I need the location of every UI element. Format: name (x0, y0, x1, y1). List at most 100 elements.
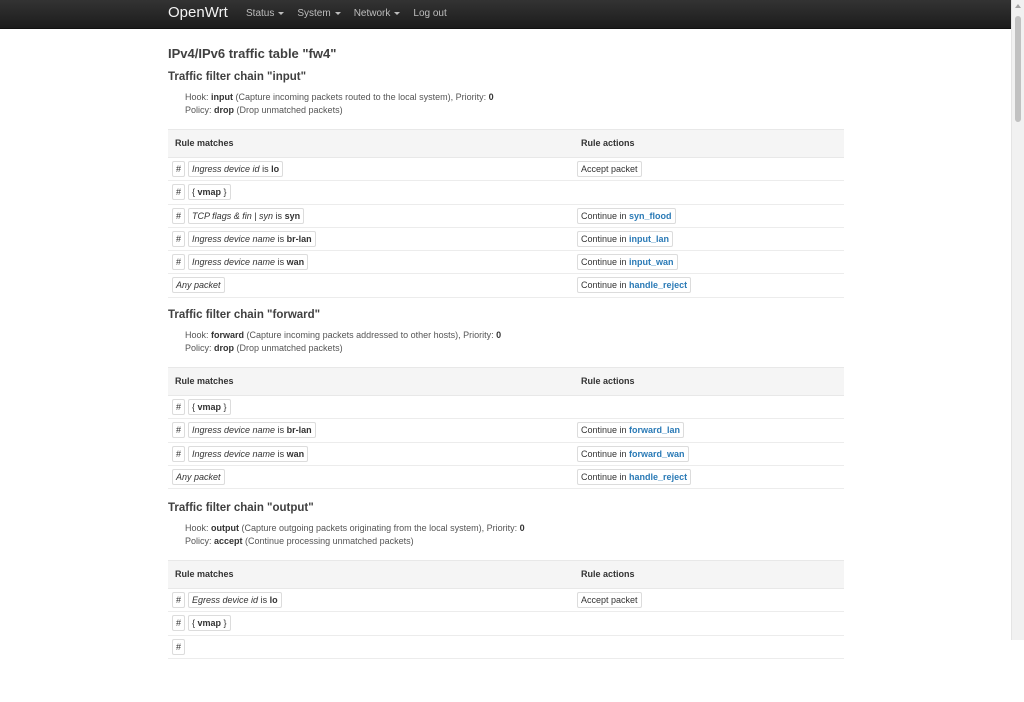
hash-marker: # (172, 184, 186, 201)
hook-desc: (Capture outgoing packets originating fr… (239, 523, 520, 533)
match-box: Ingress device name is br-lan (188, 422, 316, 439)
table-row: #{ vmap } (168, 396, 844, 420)
rule-match-cell: # Ingress device name is wan (172, 254, 309, 271)
brace-close: } (221, 618, 227, 629)
chain-link[interactable]: forward_lan (629, 425, 680, 435)
page-scrollbar[interactable] (1011, 0, 1024, 640)
rules-table: Rule matches Rule actions # Egress device i… (168, 560, 844, 659)
policy-desc: (Drop unmatched packets) (234, 342, 343, 353)
vmap-label: vmap (197, 402, 222, 412)
table-header: Rule matches Rule actions (168, 560, 844, 589)
menu-system[interactable]: System (297, 8, 341, 19)
chevron-down-icon (334, 11, 341, 15)
match-key: Ingress device name (192, 425, 276, 436)
hook-line: Hook: input (Capture incoming packets ro… (185, 91, 494, 104)
menu-status[interactable]: Status (246, 8, 285, 19)
is-label: is (259, 164, 272, 174)
match-value: syn (284, 210, 301, 221)
hash-marker: # (172, 399, 186, 415)
chain-meta: Hook: forward (Capture incoming packets … (185, 329, 501, 354)
action-box: Continue in syn_flood (577, 207, 676, 224)
rule-action-cell: Continue in forward_lan (577, 422, 685, 439)
chain-section: Traffic filter chain "output" Hook: outpu… (168, 502, 844, 702)
chain-link[interactable]: handle_reject (629, 280, 687, 290)
rule-action-cell: Accept packet (577, 161, 642, 177)
policy-line: Policy: drop (Drop unmatched packets) (185, 104, 494, 117)
scrollbar-thumb[interactable] (1015, 16, 1021, 122)
header-rule-actions: Rule actions (581, 376, 635, 386)
brace-close: } (221, 402, 227, 412)
chevron-down-icon (278, 11, 285, 15)
action-box: Continue in forward_lan (577, 422, 685, 439)
menu-logout[interactable]: Log out (413, 8, 446, 19)
table-row: # Ingress device name is br-lan Continue i… (168, 419, 844, 443)
rule-match-cell: # TCP flags & fin | syn is syn (172, 207, 305, 224)
hook-value: forward (211, 330, 245, 340)
match-box: Ingress device name is wan (188, 254, 309, 271)
hook-label: Hook: (185, 330, 212, 340)
hash-marker: # (172, 445, 186, 462)
chain-link[interactable]: input_lan (629, 234, 669, 244)
rule-match-cell: # Ingress device name is br-lan (172, 422, 316, 439)
match-key: Ingress device name (192, 233, 276, 244)
header-rule-actions: Rule actions (581, 569, 635, 579)
chain-meta: Hook: output (Capture outgoing packets o… (185, 522, 525, 547)
continue-label: Continue in (581, 471, 630, 482)
table-row: # Ingress device id is lo Accept packet (168, 158, 844, 182)
table-header: Rule matches Rule actions (168, 367, 844, 396)
is-label: is (275, 425, 287, 436)
main-menu: Status System Network Log out (246, 8, 460, 19)
rule-action-cell: Continue in handle_reject (577, 277, 692, 294)
table-row: Any packet Continue in handle_reject (168, 274, 844, 298)
rules-table: Rule matches Rule actions #{ vmap } # Ingres… (168, 367, 844, 490)
policy-label: Policy: (185, 104, 215, 115)
rule-match-cell: # (172, 638, 186, 655)
any-packet-box: Any packet (172, 468, 225, 485)
chain-link[interactable]: forward_wan (629, 449, 685, 459)
menu-network[interactable]: Network (354, 8, 401, 19)
chain-link[interactable]: handle_reject (629, 472, 687, 482)
rule-match-cell: # Ingress device name is br-lan (172, 230, 316, 247)
match-value: wan (286, 448, 305, 459)
match-value: br-lan (286, 425, 312, 436)
brand-logo[interactable]: OpenWrt (168, 4, 228, 21)
match-key: Egress device id (192, 595, 259, 605)
action-label: Accept packet (581, 595, 638, 605)
rule-match-cell: #{ vmap } (172, 184, 231, 201)
continue-label: Continue in (581, 280, 630, 291)
top-navbar: OpenWrt Status System Network Log out (0, 0, 1012, 29)
any-packet-label: Any packet (176, 280, 221, 291)
chain-title: Traffic filter chain "output" (168, 502, 314, 514)
policy-value: accept (214, 535, 243, 546)
policy-desc: (Drop unmatched packets) (234, 104, 343, 115)
vmap-box: { vmap } (188, 615, 231, 632)
rule-action-cell: Continue in handle_reject (577, 468, 692, 485)
rule-match-cell: Any packet (172, 468, 225, 485)
chain-link[interactable]: input_wan (629, 257, 674, 267)
action-box: Continue in input_lan (577, 230, 674, 247)
match-box: TCP flags & fin | syn is syn (188, 207, 305, 224)
table-row: # Ingress device name is wan Continue in f… (168, 443, 844, 466)
vmap-box: { vmap } (188, 184, 231, 201)
is-label: is (275, 448, 287, 459)
table-row: # Ingress device name is wan Continue in i… (168, 251, 844, 275)
chain-meta: Hook: input (Capture incoming packets ro… (185, 91, 494, 116)
match-box: Egress device id is lo (188, 592, 282, 608)
is-label: is (275, 233, 287, 244)
match-key: Ingress device id (192, 164, 260, 174)
table-row: #{ vmap } (168, 181, 844, 205)
table-row: # TCP flags & fin | syn is syn Continue in… (168, 205, 844, 228)
rule-action-cell: Accept packet (577, 592, 642, 608)
match-key: Ingress device name (192, 448, 276, 459)
match-value: lo (269, 595, 278, 605)
hash-marker: # (172, 161, 186, 177)
table-row: # (168, 636, 844, 659)
match-box: Ingress device id is lo (188, 161, 284, 177)
rule-action-cell: Continue in input_lan (577, 230, 674, 247)
chain-link[interactable]: syn_flood (629, 211, 672, 221)
scroll-up-arrow-icon[interactable] (1015, 4, 1021, 8)
chevron-down-icon (394, 11, 401, 15)
hash-marker: # (172, 207, 186, 224)
table-row: #{ vmap } (168, 612, 844, 636)
header-rule-matches: Rule matches (175, 138, 234, 148)
